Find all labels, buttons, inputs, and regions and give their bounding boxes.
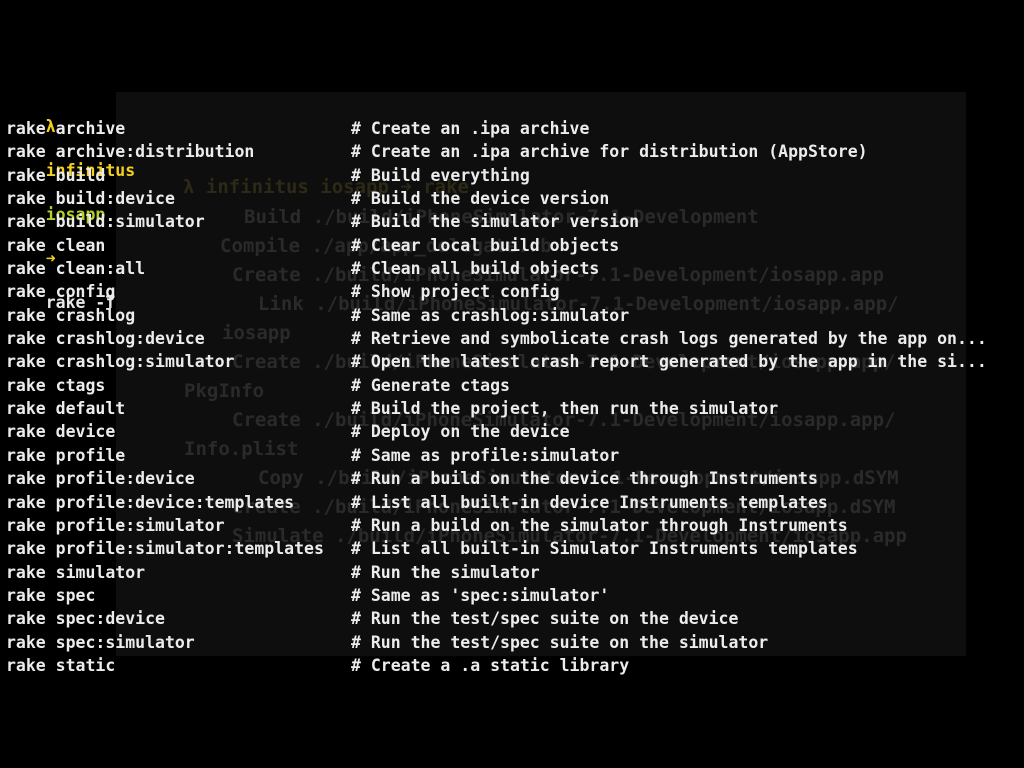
task-name: rake spec:device	[6, 609, 165, 629]
task-description: # Same as crashlog:simulator	[351, 305, 630, 325]
task-description: # Create an .ipa archive for distributio…	[351, 142, 868, 162]
task-description: # Generate ctags	[351, 375, 510, 395]
task-name: rake crashlog:simulator	[6, 352, 235, 372]
task-description: # List all built-in Simulator Instrument…	[351, 539, 858, 559]
task-description: # Deploy on the device	[351, 422, 570, 442]
task-row: rake spec:simulator # Run the test/spec s…	[6, 631, 1016, 654]
task-description: # Show project config	[351, 282, 560, 302]
task-row: rake device # Deploy on the device	[6, 420, 1016, 443]
task-name: rake clean	[6, 235, 106, 255]
task-description: # Build the device version	[351, 189, 610, 209]
task-description: # List all built-in device Instruments t…	[351, 492, 828, 512]
task-description: # Run a build on the device through Inst…	[351, 469, 818, 489]
task-row: rake profile:simulator:templates # List a…	[6, 537, 1016, 560]
task-row: rake crashlog # Same as crashlog:simulato…	[6, 304, 1016, 327]
task-description: # Clean all build objects	[351, 259, 600, 279]
task-row: rake config # Show project config	[6, 280, 1016, 303]
task-row: rake ctags # Generate ctags	[6, 374, 1016, 397]
task-row: rake clean # Clear local build objects	[6, 234, 1016, 257]
task-description: # Same as 'spec:simulator'	[351, 585, 610, 605]
task-description: # Clear local build objects	[351, 235, 620, 255]
task-description: # Create an .ipa archive	[351, 119, 590, 138]
task-description: # Open the latest crash report generated…	[351, 352, 987, 372]
task-description: # Run the simulator	[351, 562, 540, 582]
rake-task-list: rake archive # Create an .ipa archive rake…	[6, 117, 1016, 677]
task-row: rake profile:device:templates # List all …	[6, 491, 1016, 514]
task-name: rake crashlog:device	[6, 329, 205, 349]
terminal-window[interactable]: λ infinitus iosapp ➜ rake Build ./build/…	[0, 0, 1024, 768]
task-name: rake simulator	[6, 562, 146, 582]
task-name: rake profile:device:templates	[6, 492, 295, 512]
task-row: rake profile # Same as profile:simulator	[6, 444, 1016, 467]
task-name: rake default	[6, 399, 126, 419]
task-name: rake build:simulator	[6, 212, 205, 232]
task-name: rake build	[6, 165, 106, 185]
task-name: rake static	[6, 655, 116, 675]
task-row: rake simulator # Run the simulator	[6, 561, 1016, 584]
task-name: rake crashlog	[6, 305, 136, 325]
task-description: # Build everything	[351, 165, 530, 185]
task-description: # Run the test/spec suite on the device	[351, 609, 739, 629]
task-name: rake archive	[6, 119, 126, 138]
task-description: # Build the project, then run the simula…	[351, 399, 779, 419]
task-name: rake device	[6, 422, 116, 442]
task-name: rake spec	[6, 585, 96, 605]
task-row: rake spec:device # Run the test/spec suit…	[6, 607, 1016, 630]
task-row: rake build # Build everything	[6, 164, 1016, 187]
task-description: # Create a .a static library	[351, 655, 630, 675]
task-row: rake default # Build the project, then ru…	[6, 397, 1016, 420]
task-name: rake config	[6, 282, 116, 302]
task-row: rake spec # Same as 'spec:simulator'	[6, 584, 1016, 607]
shell-prompt: λ infinitus iosapp ➜ rake -T	[6, 94, 135, 312]
task-description: # Build the simulator version	[351, 212, 640, 232]
task-row: rake profile:simulator # Run a build on t…	[6, 514, 1016, 537]
task-row: rake build:device # Build the device vers…	[6, 187, 1016, 210]
task-row: rake build:simulator # Build the simulato…	[6, 210, 1016, 233]
task-description: # Run the test/spec suite on the simulat…	[351, 632, 769, 652]
task-name: rake profile:device	[6, 469, 195, 489]
task-name: rake clean:all	[6, 259, 146, 279]
task-description: # Run a build on the simulator through I…	[351, 515, 848, 535]
task-name: rake profile	[6, 445, 126, 465]
task-name: rake build:device	[6, 189, 175, 209]
task-name: rake ctags	[6, 375, 106, 395]
task-name: rake profile:simulator	[6, 515, 225, 535]
task-row: rake archive # Create an .ipa archive	[6, 117, 1016, 140]
task-row: rake static # Create a .a static library	[6, 654, 1016, 677]
task-name: rake archive:distribution	[6, 142, 255, 162]
task-name: rake spec:simulator	[6, 632, 195, 652]
task-row: rake crashlog:simulator # Open the latest…	[6, 350, 1016, 373]
task-row: rake archive:distribution # Create an .ip…	[6, 140, 1016, 163]
task-name: rake profile:simulator:templates	[6, 539, 324, 559]
task-description: # Same as profile:simulator	[351, 445, 620, 465]
task-row: rake crashlog:device # Retrieve and symbo…	[6, 327, 1016, 350]
task-description: # Retrieve and symbolicate crash logs ge…	[351, 329, 987, 349]
task-row: rake clean:all # Clean all build objects	[6, 257, 1016, 280]
task-row: rake profile:device # Run a build on the …	[6, 467, 1016, 490]
